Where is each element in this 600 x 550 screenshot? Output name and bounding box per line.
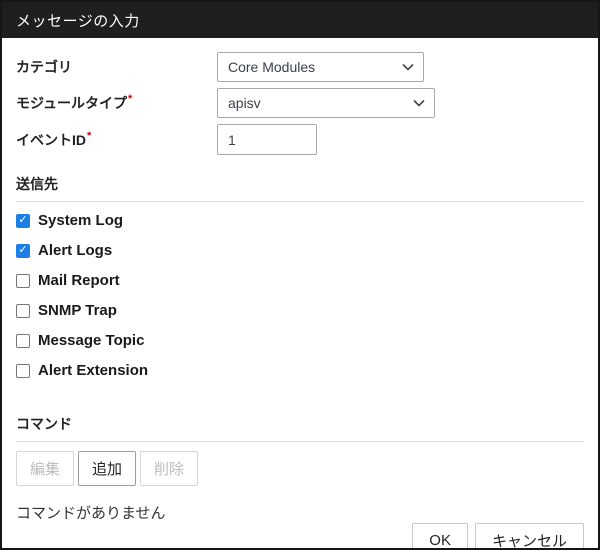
module-type-row: モジュールタイプ* apisv — [16, 88, 584, 118]
checkbox-icon[interactable]: ✓ — [16, 214, 30, 228]
checkbox-label: SNMP Trap — [38, 302, 117, 319]
checkbox-icon[interactable]: ✓ — [16, 304, 30, 318]
checkbox-icon[interactable]: ✓ — [16, 274, 30, 288]
ok-button[interactable]: OK — [412, 523, 468, 548]
required-mark: * — [128, 93, 132, 105]
checkbox-icon[interactable]: ✓ — [16, 334, 30, 348]
checkbox-row-mail-report[interactable]: ✓ Mail Report — [16, 272, 584, 289]
checkbox-icon[interactable]: ✓ — [16, 364, 30, 378]
module-type-select-value: apisv — [228, 95, 261, 111]
module-type-label: モジュールタイプ* — [16, 93, 217, 113]
message-input-dialog: メッセージの入力 カテゴリ Core Modules モジュールタイプ* api… — [0, 0, 600, 550]
checkbox-label: Alert Extension — [38, 362, 148, 379]
category-label: カテゴリ — [16, 57, 217, 77]
chevron-down-icon — [413, 99, 425, 107]
destinations-section-label: 送信先 — [16, 174, 584, 202]
command-button-row: 編集 追加 削除 — [16, 451, 584, 486]
checkbox-label: System Log — [38, 212, 123, 229]
category-select[interactable]: Core Modules — [217, 52, 424, 82]
checkbox-label: Mail Report — [38, 272, 120, 289]
checkbox-row-system-log[interactable]: ✓ System Log — [16, 212, 584, 229]
commands-empty-message: コマンドがありません — [16, 502, 584, 523]
category-select-value: Core Modules — [228, 59, 315, 75]
event-id-label: イベントID* — [16, 130, 217, 150]
checkbox-row-snmp-trap[interactable]: ✓ SNMP Trap — [16, 302, 584, 319]
checkbox-label: Alert Logs — [38, 242, 112, 259]
edit-command-button[interactable]: 編集 — [16, 451, 74, 486]
checkbox-row-message-topic[interactable]: ✓ Message Topic — [16, 332, 584, 349]
dialog-footer: OK キャンセル — [16, 523, 584, 548]
checkbox-row-alert-logs[interactable]: ✓ Alert Logs — [16, 242, 584, 259]
add-command-button[interactable]: 追加 — [78, 451, 136, 486]
chevron-down-icon — [402, 63, 414, 71]
checkbox-icon[interactable]: ✓ — [16, 244, 30, 258]
event-id-row: イベントID* — [16, 124, 584, 155]
check-icon: ✓ — [18, 215, 27, 226]
check-icon: ✓ — [18, 245, 27, 256]
required-mark: * — [87, 130, 91, 142]
checkbox-row-alert-extension[interactable]: ✓ Alert Extension — [16, 362, 584, 379]
checkbox-label: Message Topic — [38, 332, 144, 349]
event-id-input[interactable] — [217, 124, 317, 155]
commands-section-label: コマンド — [16, 414, 584, 442]
dialog-body: カテゴリ Core Modules モジュールタイプ* apisv イベントID… — [2, 38, 598, 548]
dialog-header: メッセージの入力 — [2, 2, 598, 38]
dialog-title: メッセージの入力 — [16, 10, 140, 31]
category-row: カテゴリ Core Modules — [16, 52, 584, 82]
delete-command-button[interactable]: 削除 — [140, 451, 198, 486]
cancel-button[interactable]: キャンセル — [475, 523, 584, 548]
module-type-select[interactable]: apisv — [217, 88, 435, 118]
